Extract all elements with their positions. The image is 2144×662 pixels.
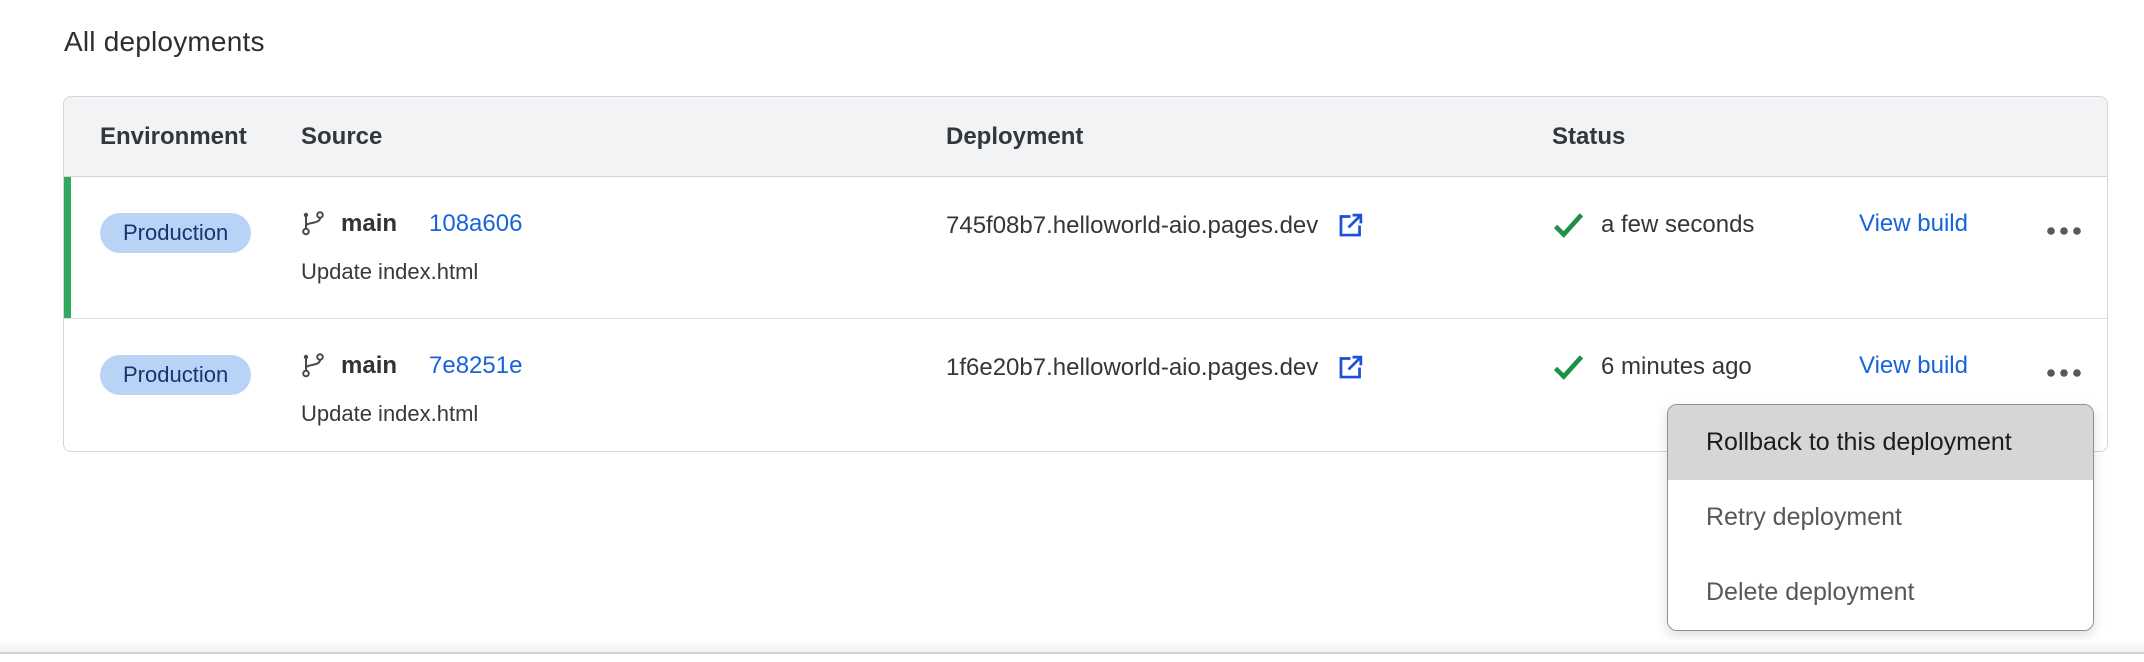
menu-item-retry[interactable]: Retry deployment <box>1668 480 2093 555</box>
branch-name: main <box>341 210 397 238</box>
menu-item-delete[interactable]: Delete deployment <box>1668 555 2093 630</box>
commit-message: Update index.html <box>301 401 478 427</box>
table-row: Production main 108a606 Update index.htm… <box>64 177 2107 319</box>
git-branch-icon <box>301 353 325 379</box>
status-cell: a few seconds <box>1552 210 1754 240</box>
commit-message: Update index.html <box>301 259 478 285</box>
environment-cell: Production <box>100 355 251 395</box>
view-build-link[interactable]: View build <box>1859 352 1968 380</box>
external-link-icon[interactable] <box>1335 352 1366 383</box>
status-cell: 6 minutes ago <box>1552 352 1752 382</box>
check-icon <box>1552 352 1585 382</box>
view-build-cell: View build <box>1859 352 1968 380</box>
deployments-table: Environment Source Deployment Status Pro… <box>63 96 2108 452</box>
commit-hash-link[interactable]: 108a606 <box>429 210 522 238</box>
column-header-status: Status <box>1552 97 1625 176</box>
deployment-cell: 745f08b7.helloworld-aio.pages.dev <box>946 210 1366 241</box>
deployments-page: All deployments Environment Source Deplo… <box>0 0 2144 662</box>
source-cell: main 108a606 <box>301 210 522 238</box>
environment-badge: Production <box>100 355 251 395</box>
ellipsis-icon <box>2046 226 2082 236</box>
commit-hash-link[interactable]: 7e8251e <box>429 352 522 380</box>
page-title: All deployments <box>64 26 265 58</box>
column-header-deployment: Deployment <box>946 97 1083 176</box>
deployment-url: 1f6e20b7.helloworld-aio.pages.dev <box>946 354 1318 382</box>
check-icon <box>1552 210 1585 240</box>
menu-item-rollback[interactable]: Rollback to this deployment <box>1668 405 2093 480</box>
status-time: 6 minutes ago <box>1601 353 1752 381</box>
deployment-url: 745f08b7.helloworld-aio.pages.dev <box>946 212 1318 240</box>
git-branch-icon <box>301 211 325 237</box>
view-build-cell: View build <box>1859 210 1968 238</box>
external-link-icon[interactable] <box>1335 210 1366 241</box>
deployment-cell: 1f6e20b7.helloworld-aio.pages.dev <box>946 352 1366 383</box>
table-header-row: Environment Source Deployment Status <box>64 97 2107 177</box>
section-divider <box>0 640 2144 654</box>
current-deployment-indicator <box>64 177 71 318</box>
deployment-actions-menu: Rollback to this deployment Retry deploy… <box>1667 404 2094 631</box>
ellipsis-icon <box>2046 368 2082 378</box>
environment-cell: Production <box>100 213 251 253</box>
environment-badge: Production <box>100 213 251 253</box>
branch-name: main <box>341 352 397 380</box>
column-header-environment: Environment <box>100 97 247 176</box>
source-cell: main 7e8251e <box>301 352 522 380</box>
view-build-link[interactable]: View build <box>1859 210 1968 238</box>
status-time: a few seconds <box>1601 211 1754 239</box>
column-header-source: Source <box>301 97 382 176</box>
more-actions-button[interactable] <box>2032 345 2096 401</box>
more-actions-button[interactable] <box>2032 203 2096 259</box>
